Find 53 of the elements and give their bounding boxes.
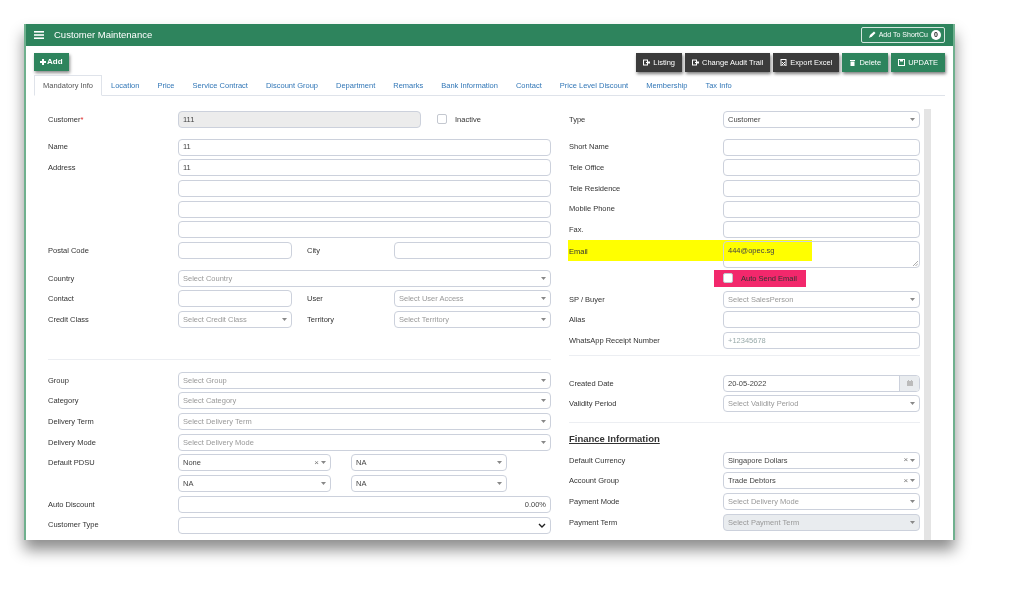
clear-button[interactable]: × [314, 458, 319, 467]
calendar-button[interactable] [899, 375, 920, 391]
input-field[interactable] [723, 221, 921, 239]
input-field[interactable] [723, 200, 921, 218]
trash-icon [849, 59, 857, 66]
input-field[interactable] [178, 200, 551, 218]
input-field[interactable] [178, 179, 551, 197]
window-title: Customer Maintenance [54, 27, 153, 42]
resize-grip-icon [913, 261, 919, 267]
dropdown[interactable] [178, 516, 551, 534]
chevron-down-icon [538, 522, 546, 528]
save-icon [898, 59, 906, 66]
scrollbar[interactable] [924, 109, 931, 540]
caret-icon [910, 520, 916, 524]
add-button[interactable]: Add [34, 53, 69, 71]
spreadsheet-icon [780, 59, 788, 66]
caret-icon [541, 420, 546, 424]
input-field[interactable] [178, 221, 551, 239]
section-heading: Finance Information [569, 432, 660, 447]
caret-icon [910, 402, 916, 406]
checkbox[interactable] [437, 114, 447, 125]
caret-icon [321, 461, 326, 465]
clear-button[interactable]: × [903, 476, 909, 485]
caret-icon [541, 276, 546, 280]
input-field[interactable] [178, 290, 292, 308]
caret-icon [910, 500, 916, 504]
input-field[interactable] [723, 179, 921, 197]
calendar-icon [906, 380, 913, 387]
caret-icon [541, 318, 546, 322]
caret-icon [910, 458, 916, 462]
caret-icon [541, 378, 546, 382]
exit-icon [692, 59, 700, 66]
menu-icon [34, 31, 44, 39]
caret-icon [541, 399, 546, 403]
caret-icon [541, 297, 546, 301]
clear-button[interactable]: × [903, 456, 909, 465]
plus-icon [40, 59, 46, 65]
input-field[interactable] [394, 241, 551, 259]
input-field[interactable] [178, 241, 292, 259]
caret-icon [541, 440, 546, 444]
input-field[interactable] [723, 311, 921, 329]
input-field[interactable] [723, 159, 921, 177]
caret-icon [282, 318, 287, 322]
caret-icon [497, 482, 502, 486]
caret-icon [910, 297, 916, 301]
caret-icon [497, 461, 502, 465]
input-field[interactable] [723, 138, 921, 156]
caret-icon [910, 479, 916, 483]
caret-icon [910, 117, 916, 121]
caret-icon [321, 482, 326, 486]
pen-icon [867, 31, 876, 39]
checkbox[interactable] [723, 273, 733, 284]
exit-icon [643, 59, 651, 66]
